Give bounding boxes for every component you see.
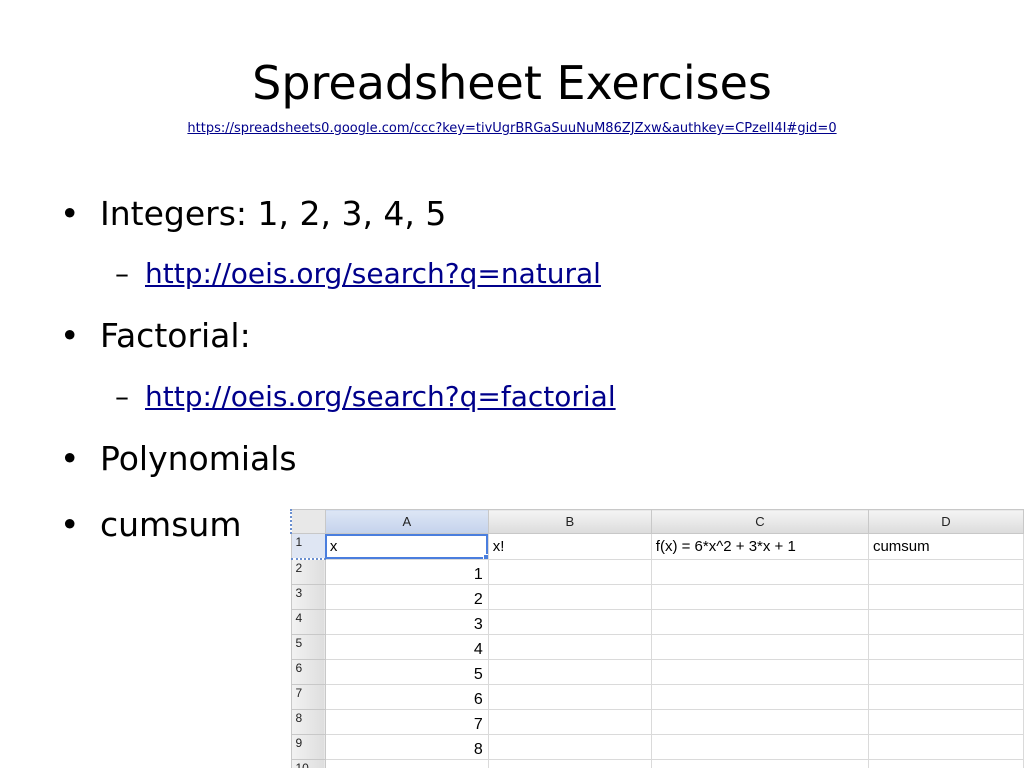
cell-c[interactable] <box>650 759 869 768</box>
row-header[interactable]: 9 <box>290 734 326 760</box>
cell-d[interactable] <box>867 584 1024 610</box>
bullet-text: Factorial: <box>100 316 251 355</box>
sub-bullet-natural: – http://oeis.org/search?q=natural <box>115 255 601 293</box>
cell-b[interactable] <box>487 558 652 585</box>
cell-b1[interactable]: x! <box>487 533 652 560</box>
bullet-text: Integers: 1, 2, 3, 4, 5 <box>100 194 447 233</box>
row-header[interactable]: 2 <box>290 558 326 585</box>
cell-a[interactable]: 2 <box>324 584 489 610</box>
bullet-text: cumsum <box>100 505 242 544</box>
cell-c[interactable] <box>650 584 869 610</box>
cell-a[interactable]: 9 <box>324 759 489 768</box>
oeis-factorial-link[interactable]: http://oeis.org/search?q=factorial <box>145 380 616 413</box>
cell-d1[interactable]: cumsum <box>867 533 1024 560</box>
cell-d[interactable] <box>867 558 1024 585</box>
dash-icon: – <box>115 257 129 290</box>
cell-c[interactable] <box>650 634 869 660</box>
bullet-icon: • <box>60 505 80 544</box>
spreadsheet-grid: A B C D 1 x x! f(x) = 6*x^2 + 3*x + 1 cu… <box>290 509 1024 768</box>
bullet-icon: • <box>60 316 80 355</box>
bullet-item-cumsum: • cumsum <box>60 503 241 547</box>
cell-c[interactable] <box>650 734 869 760</box>
cell-b[interactable] <box>487 634 652 660</box>
cell-b[interactable] <box>487 684 652 710</box>
table-row: 3 2 <box>290 584 1024 610</box>
table-row: 1 x x! f(x) = 6*x^2 + 3*x + 1 cumsum <box>290 533 1024 560</box>
bullet-icon: • <box>60 439 80 478</box>
cell-b[interactable] <box>487 759 652 768</box>
row-header[interactable]: 6 <box>290 659 326 685</box>
cell-b[interactable] <box>487 609 652 635</box>
table-row: 9 8 <box>290 734 1024 760</box>
row-header[interactable]: 8 <box>290 709 326 735</box>
table-row: 7 6 <box>290 684 1024 710</box>
cell-text: x <box>329 537 338 555</box>
cell-d[interactable] <box>867 609 1024 635</box>
cell-d[interactable] <box>867 734 1024 760</box>
select-all-corner[interactable] <box>290 509 326 534</box>
table-row: 5 4 <box>290 634 1024 660</box>
table-row: 10 9 <box>290 759 1024 768</box>
cell-b[interactable] <box>487 584 652 610</box>
cell-c1[interactable]: f(x) = 6*x^2 + 3*x + 1 <box>650 533 869 560</box>
cell-c[interactable] <box>650 609 869 635</box>
cell-a[interactable]: 4 <box>324 634 489 660</box>
row-header[interactable]: 3 <box>290 584 326 610</box>
cell-d[interactable] <box>867 634 1024 660</box>
cell-a[interactable]: 3 <box>324 609 489 635</box>
spreadsheet-screenshot: A B C D 1 x x! f(x) = 6*x^2 + 3*x + 1 cu… <box>290 509 1024 768</box>
cell-d[interactable] <box>867 759 1024 768</box>
cell-a[interactable]: 7 <box>324 709 489 735</box>
oeis-natural-link[interactable]: http://oeis.org/search?q=natural <box>145 257 601 290</box>
table-row: 6 5 <box>290 659 1024 685</box>
bullet-item-polynomials: • Polynomials <box>60 437 297 481</box>
bullet-icon: • <box>60 194 80 233</box>
row-header[interactable]: 4 <box>290 609 326 635</box>
bullet-text: Polynomials <box>100 439 297 478</box>
row-header[interactable]: 5 <box>290 634 326 660</box>
cell-c[interactable] <box>650 659 869 685</box>
table-row: 8 7 <box>290 709 1024 735</box>
row-header[interactable]: 10 <box>290 759 326 768</box>
cell-a[interactable]: 1 <box>324 558 489 585</box>
cell-b[interactable] <box>487 734 652 760</box>
cell-c[interactable] <box>650 558 869 585</box>
column-header-b[interactable]: B <box>487 509 652 534</box>
cell-b[interactable] <box>487 709 652 735</box>
column-header-a[interactable]: A <box>324 509 489 534</box>
table-row: 2 1 <box>290 558 1024 585</box>
cell-b[interactable] <box>487 659 652 685</box>
cell-c[interactable] <box>650 684 869 710</box>
dash-icon: – <box>115 380 129 413</box>
fill-handle[interactable] <box>482 553 488 559</box>
row-header[interactable]: 1 <box>290 533 326 560</box>
cell-c[interactable] <box>650 709 869 735</box>
cell-a[interactable]: 5 <box>324 659 489 685</box>
sub-bullet-factorial: – http://oeis.org/search?q=factorial <box>115 378 616 416</box>
bullet-item-factorial: • Factorial: <box>60 314 251 358</box>
table-row: 4 3 <box>290 609 1024 635</box>
row-header[interactable]: 7 <box>290 684 326 710</box>
cell-d[interactable] <box>867 709 1024 735</box>
slide-title: Spreadsheet Exercises <box>252 56 772 110</box>
column-header-c[interactable]: C <box>650 509 869 534</box>
cell-d[interactable] <box>867 659 1024 685</box>
column-header-d[interactable]: D <box>867 509 1024 534</box>
cell-d[interactable] <box>867 684 1024 710</box>
cell-a1[interactable]: x <box>324 533 489 560</box>
spreadsheet-link[interactable]: https://spreadsheets0.google.com/ccc?key… <box>0 120 1024 138</box>
cell-a[interactable]: 6 <box>324 684 489 710</box>
bullet-item-integers: • Integers: 1, 2, 3, 4, 5 <box>60 192 446 236</box>
cell-a[interactable]: 8 <box>324 734 489 760</box>
